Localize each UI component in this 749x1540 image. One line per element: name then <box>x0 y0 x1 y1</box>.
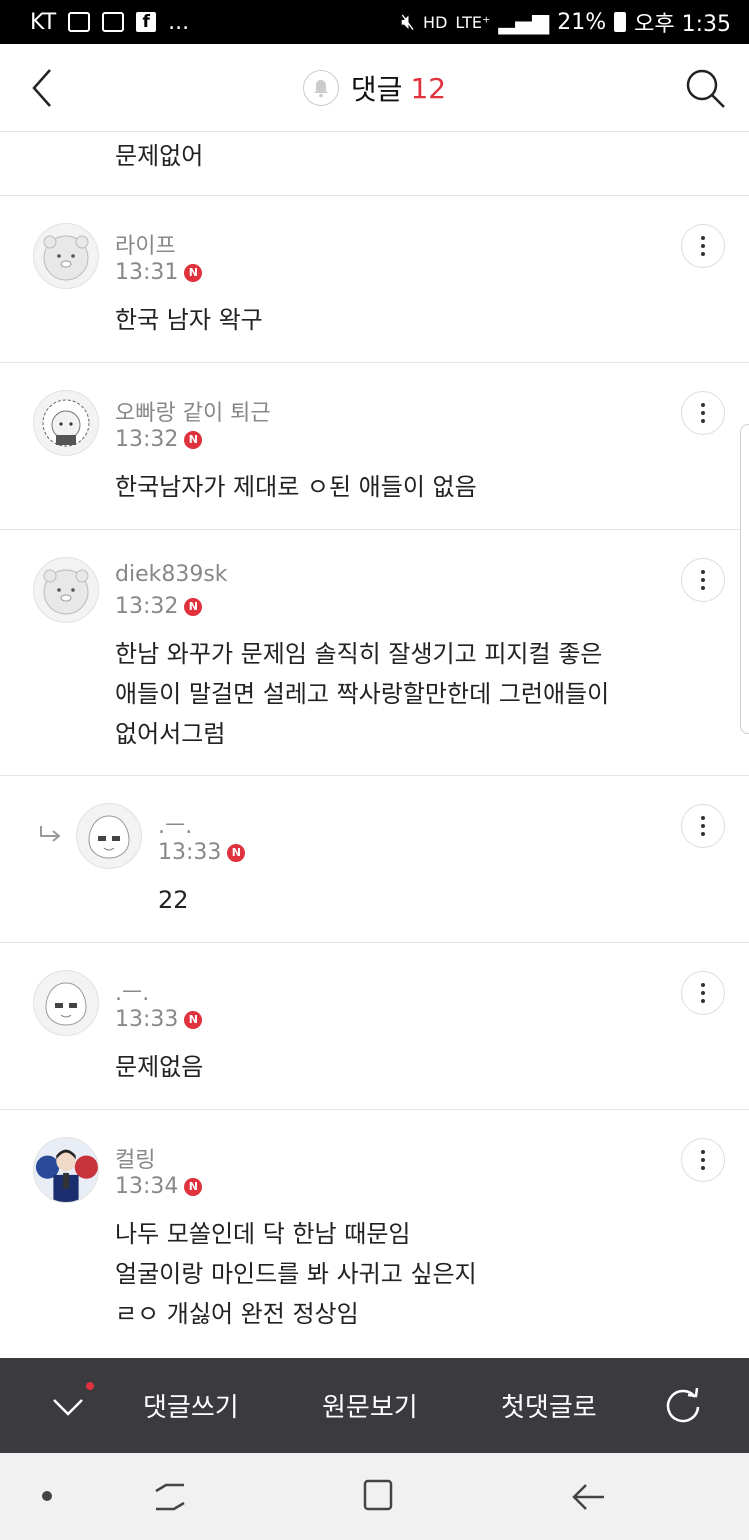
avatar[interactable] <box>33 1137 99 1203</box>
comment-author[interactable]: 오빠랑 같이 퇴근 <box>115 395 271 427</box>
avatar[interactable] <box>33 970 99 1036</box>
comment-author[interactable]: .ㅡ. <box>115 975 149 1007</box>
new-badge: N <box>184 1010 203 1029</box>
comment-item: 라이프 13:31 N 한국 남자 왁구 <box>0 196 749 363</box>
comment-meta: 13:33 N <box>115 1007 203 1032</box>
tv-icon <box>68 12 91 32</box>
nav-dot-icon[interactable] <box>42 1491 52 1501</box>
bell-icon <box>313 80 328 98</box>
avatar[interactable] <box>76 803 142 869</box>
comment-meta: 13:32 N <box>115 427 203 452</box>
write-comment-button[interactable]: 댓글쓰기 <box>143 1358 239 1453</box>
more-options-button[interactable] <box>681 391 725 435</box>
home-icon[interactable] <box>362 1477 394 1513</box>
profile-photo-icon <box>34 1138 98 1202</box>
comment-author[interactable]: .ㅡ. <box>158 808 192 840</box>
scrollbar-handle[interactable] <box>740 424 749 734</box>
comment-time: 13:32 <box>115 427 179 452</box>
comment-author[interactable]: diek839sk <box>115 562 228 587</box>
new-badge: N <box>184 1177 203 1196</box>
reply-comment-item: .ㅡ. 13:33 N 22 <box>0 776 749 943</box>
carrier-label: KT <box>30 9 57 35</box>
character-avatar-icon <box>43 569 89 615</box>
page-title: 댓글 <box>350 73 403 106</box>
comment-time: 13:31 <box>115 260 179 285</box>
more-options-button[interactable] <box>681 971 725 1015</box>
status-bar: KT f ... 🔇︎ HD LTE⁺ ▂▄▆ 21% 오후 1:35 <box>0 0 749 44</box>
hd-icon: HD <box>423 12 448 32</box>
back-nav-icon[interactable] <box>568 1477 608 1517</box>
view-original-button[interactable]: 원문보기 <box>322 1358 418 1453</box>
first-comment-button[interactable]: 첫댓글로 <box>501 1358 597 1453</box>
notification-bell-button[interactable] <box>302 70 339 106</box>
comment-text: 22 <box>158 886 189 914</box>
comment-item: .ㅡ. 13:33 N 문제없음 <box>0 943 749 1110</box>
bottom-toolbar: 댓글쓰기 원문보기 첫댓글로 <box>0 1358 749 1453</box>
comment-list: 문제없어 라이프 13:31 N 한국 남자 왁구 오빠랑 같이 퇴근 13:3… <box>0 132 749 1358</box>
comment-count: 12 <box>410 71 447 105</box>
more-options-button[interactable] <box>681 1138 725 1182</box>
comment-time: 13:33 <box>115 1007 179 1032</box>
more-notifications-label: ... <box>168 9 190 35</box>
reply-arrow-icon <box>40 826 61 842</box>
comment-item: diek839sk 13:32 N 한남 와꾸가 문제임 솔직히 잘생기고 피지… <box>0 530 749 776</box>
recent-apps-icon[interactable] <box>150 1477 190 1517</box>
comment-text: 문제없어 <box>115 142 204 170</box>
comment-item: 컬링 13:34 N 나두 모쏠인데 닥 한남 때문임 얼굴이랑 마인드를 봐 … <box>0 1110 749 1358</box>
battery-percent: 21% <box>557 9 607 35</box>
new-badge: N <box>227 843 246 862</box>
character-avatar-icon <box>88 815 130 859</box>
comment-time: 13:32 <box>115 594 179 619</box>
comment-text: 한국 남자 왁구 <box>115 306 263 334</box>
avatar[interactable] <box>33 557 99 623</box>
avatar[interactable] <box>33 390 99 456</box>
comment-text: 한남 와꾸가 문제임 솔직히 잘생기고 피지컬 좋은 애들이 말걸면 설레고 짝… <box>115 640 610 748</box>
more-options-button[interactable] <box>681 224 725 268</box>
search-icon <box>686 69 725 108</box>
more-options-button[interactable] <box>681 558 725 602</box>
comment-item: 오빠랑 같이 퇴근 13:32 N 한국남자가 제대로 ㅇ된 애들이 없음 <box>0 363 749 530</box>
avatar[interactable] <box>33 223 99 289</box>
image-icon <box>102 12 125 32</box>
comment-text: 나두 모쏠인데 닥 한남 때문임 얼굴이랑 마인드를 봐 사귀고 싶은지 ㄹㅇ … <box>115 1220 477 1328</box>
comment-time: 13:33 <box>158 840 222 865</box>
chevron-down-icon[interactable] <box>48 1388 88 1424</box>
comment-meta: 13:34 N <box>115 1174 203 1199</box>
facebook-icon: f <box>136 12 157 32</box>
comment-meta: 13:31 N <box>115 260 203 285</box>
new-badge: N <box>184 430 203 449</box>
search-button[interactable] <box>683 66 727 110</box>
clock: 오후 1:35 <box>634 12 731 37</box>
header: 댓글 12 <box>0 44 749 132</box>
comment-text: 문제없음 <box>115 1053 204 1081</box>
new-badge: N <box>184 597 203 616</box>
system-nav-bar <box>0 1453 749 1540</box>
comment-meta: 13:33 N <box>158 840 246 865</box>
comment-meta: 13:32 N <box>115 594 203 619</box>
comment-time: 13:34 <box>115 1174 179 1199</box>
comment-author[interactable]: 라이프 <box>115 228 176 260</box>
character-avatar-icon <box>42 399 90 447</box>
character-avatar-icon <box>43 235 89 281</box>
more-options-button[interactable] <box>681 804 725 848</box>
comment-text: 한국남자가 제대로 ㅇ된 애들이 없음 <box>115 473 477 501</box>
partial-comment: 문제없어 <box>0 132 749 196</box>
notification-dot <box>86 1382 94 1390</box>
mute-icon: 🔇︎ <box>401 9 416 35</box>
comment-author[interactable]: 컬링 <box>115 1142 155 1174</box>
battery-icon <box>614 12 627 32</box>
network-label: LTE⁺ <box>455 12 491 32</box>
signal-icon: ▂▄▆ <box>498 9 550 35</box>
new-badge: N <box>184 263 203 282</box>
character-avatar-icon <box>45 982 87 1026</box>
refresh-icon[interactable] <box>662 1385 704 1427</box>
